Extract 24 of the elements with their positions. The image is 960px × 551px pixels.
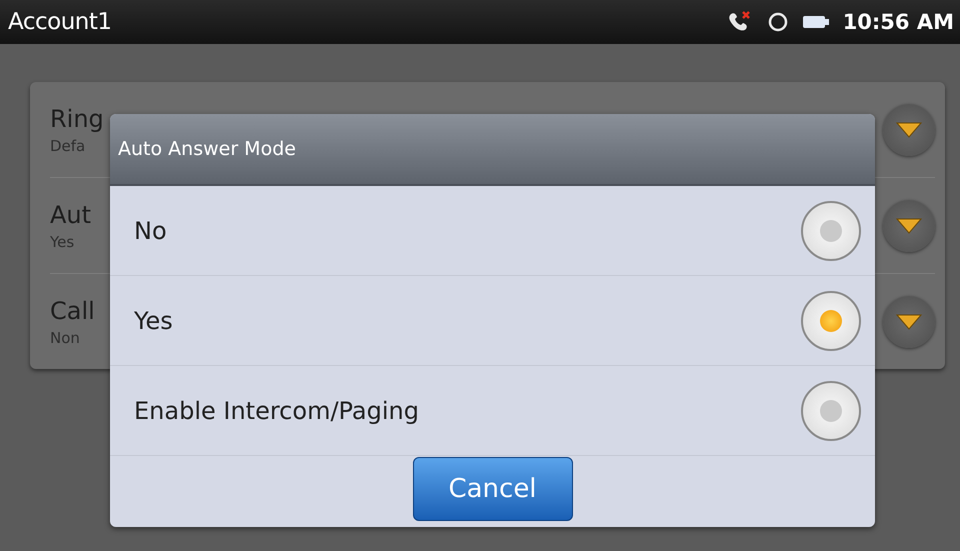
- dropdown-button[interactable]: [883, 200, 935, 252]
- dropdown-button[interactable]: [883, 104, 935, 156]
- caret-icon: [896, 122, 922, 138]
- dialog-title: Auto Answer Mode: [118, 138, 296, 160]
- battery-icon: [802, 15, 829, 29]
- caret-icon: [896, 314, 922, 330]
- setting-value: Yes: [50, 232, 74, 250]
- setting-value: Defa: [50, 136, 86, 154]
- option-label: Yes: [134, 306, 174, 334]
- dropdown-button[interactable]: [883, 296, 935, 348]
- option-row[interactable]: Yes: [110, 276, 875, 366]
- cancel-button[interactable]: Cancel: [412, 457, 572, 521]
- setting-title: Ring: [50, 104, 104, 132]
- setting-value: Non: [50, 328, 80, 346]
- setting-title: Call: [50, 296, 95, 324]
- option-label: No: [134, 216, 168, 244]
- setting-title: Aut: [50, 200, 92, 228]
- option-row[interactable]: Enable Intercom/Paging: [110, 366, 875, 456]
- option-label: Enable Intercom/Paging: [134, 396, 420, 424]
- option-row[interactable]: No: [110, 186, 875, 276]
- clock-time: 10:56 AM: [842, 10, 954, 34]
- caret-icon: [896, 218, 922, 234]
- circle-icon: [766, 11, 789, 33]
- screen-title: Account1: [8, 9, 112, 35]
